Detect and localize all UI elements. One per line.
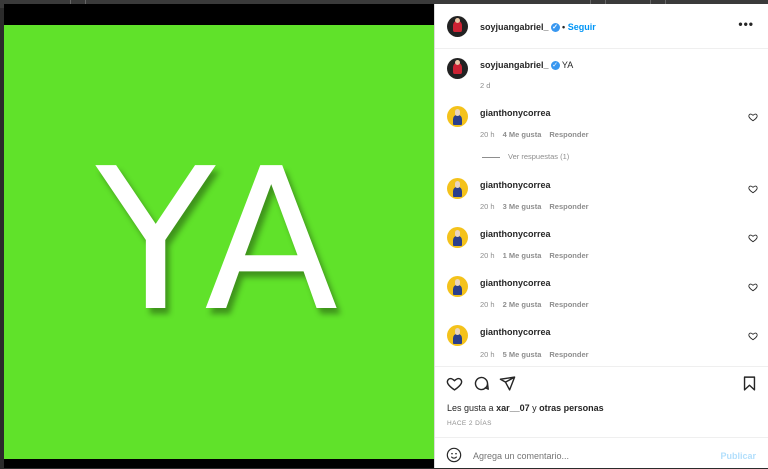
likes-prefix: Les gusta a <box>447 403 494 413</box>
comment-username[interactable]: gianthonycorrea <box>480 229 551 239</box>
comment-time[interactable]: 20 h <box>480 350 495 359</box>
comment-username[interactable]: gianthonycorrea <box>480 278 551 288</box>
header-author: soyjuangabriel_ ✓ • Seguir <box>480 22 596 33</box>
more-options-icon[interactable]: ••• <box>738 18 754 30</box>
heart-icon[interactable] <box>748 112 758 122</box>
reply-button[interactable]: Responder <box>549 350 588 359</box>
verified-icon: ✓ <box>550 23 560 33</box>
comment-username[interactable]: gianthonycorrea <box>480 108 551 118</box>
likes-others[interactable]: otras personas <box>539 403 604 413</box>
view-replies-label[interactable]: Ver respuestas (1) <box>508 152 569 161</box>
post-media[interactable]: YA <box>4 4 434 468</box>
avatar[interactable] <box>447 58 468 79</box>
likes-user[interactable]: xar__07 <box>496 403 530 413</box>
comment-time[interactable]: 20 h <box>480 300 495 309</box>
comment-username[interactable]: gianthonycorrea <box>480 327 551 337</box>
comment-icon[interactable] <box>473 375 490 392</box>
comment-meta: 20 h 5 Me gusta Responder <box>480 350 589 359</box>
post-image-text: YA <box>95 127 343 355</box>
post-image[interactable]: YA <box>4 25 434 459</box>
post-side-panel: soyjuangabriel_ ✓ • Seguir ••• soyjuangab… <box>434 4 768 468</box>
avatar[interactable] <box>447 325 468 346</box>
comment-username[interactable]: gianthonycorrea <box>480 180 551 190</box>
comment-likes[interactable]: 5 Me gusta <box>503 350 542 359</box>
post-caption: soyjuangabriel_ ✓ YA <box>480 60 574 71</box>
author-username[interactable]: soyjuangabriel_ <box>480 22 549 32</box>
comment-meta: 20 h 1 Me gusta Responder <box>480 251 589 260</box>
heart-icon[interactable] <box>748 184 758 194</box>
emoji-icon[interactable] <box>446 447 462 463</box>
separator-dot: • <box>562 22 566 32</box>
follow-button[interactable]: Seguir <box>568 22 596 32</box>
avatar[interactable] <box>447 276 468 297</box>
verified-icon: ✓ <box>550 61 560 71</box>
post-header: soyjuangabriel_ ✓ • Seguir ••• <box>435 4 768 49</box>
likes-connector: y <box>532 403 537 413</box>
comment-likes[interactable]: 3 Me gusta <box>503 202 542 211</box>
avatar[interactable] <box>447 106 468 127</box>
comment-input[interactable] <box>473 451 703 461</box>
share-icon[interactable] <box>499 375 516 392</box>
likes-summary: Les gusta a xar__07 y otras personas <box>447 403 604 413</box>
avatar[interactable] <box>447 178 468 199</box>
comment-likes[interactable]: 4 Me gusta <box>503 130 542 139</box>
caption-time[interactable]: 2 d <box>480 81 490 90</box>
avatar[interactable] <box>447 16 468 37</box>
reply-button[interactable]: Responder <box>549 202 588 211</box>
comment-time[interactable]: 20 h <box>480 130 495 139</box>
bookmark-icon[interactable] <box>741 375 758 392</box>
heart-icon[interactable] <box>446 375 463 392</box>
heart-icon[interactable] <box>748 282 758 292</box>
heart-icon[interactable] <box>748 233 758 243</box>
comment-meta: 20 h 4 Me gusta Responder <box>480 130 589 139</box>
publish-button[interactable]: Publicar <box>720 451 756 461</box>
comment-meta: 20 h 3 Me gusta Responder <box>480 202 589 211</box>
reply-button[interactable]: Responder <box>549 130 588 139</box>
actions-divider <box>435 366 768 367</box>
caption-text: YA <box>561 60 574 70</box>
comment-likes[interactable]: 1 Me gusta <box>503 251 542 260</box>
replies-line <box>482 156 500 158</box>
posted-ago[interactable]: HACE 2 DÍAS <box>447 420 492 427</box>
comment-time[interactable]: 20 h <box>480 251 495 260</box>
caption-username[interactable]: soyjuangabriel_ <box>480 60 549 70</box>
reply-button[interactable]: Responder <box>549 251 588 260</box>
reply-button[interactable]: Responder <box>549 300 588 309</box>
heart-icon[interactable] <box>748 331 758 341</box>
comment-time[interactable]: 20 h <box>480 202 495 211</box>
comment-likes[interactable]: 2 Me gusta <box>503 300 542 309</box>
view-replies[interactable]: Ver respuestas (1) <box>482 152 569 161</box>
avatar[interactable] <box>447 227 468 248</box>
comment-meta: 20 h 2 Me gusta Responder <box>480 300 589 309</box>
